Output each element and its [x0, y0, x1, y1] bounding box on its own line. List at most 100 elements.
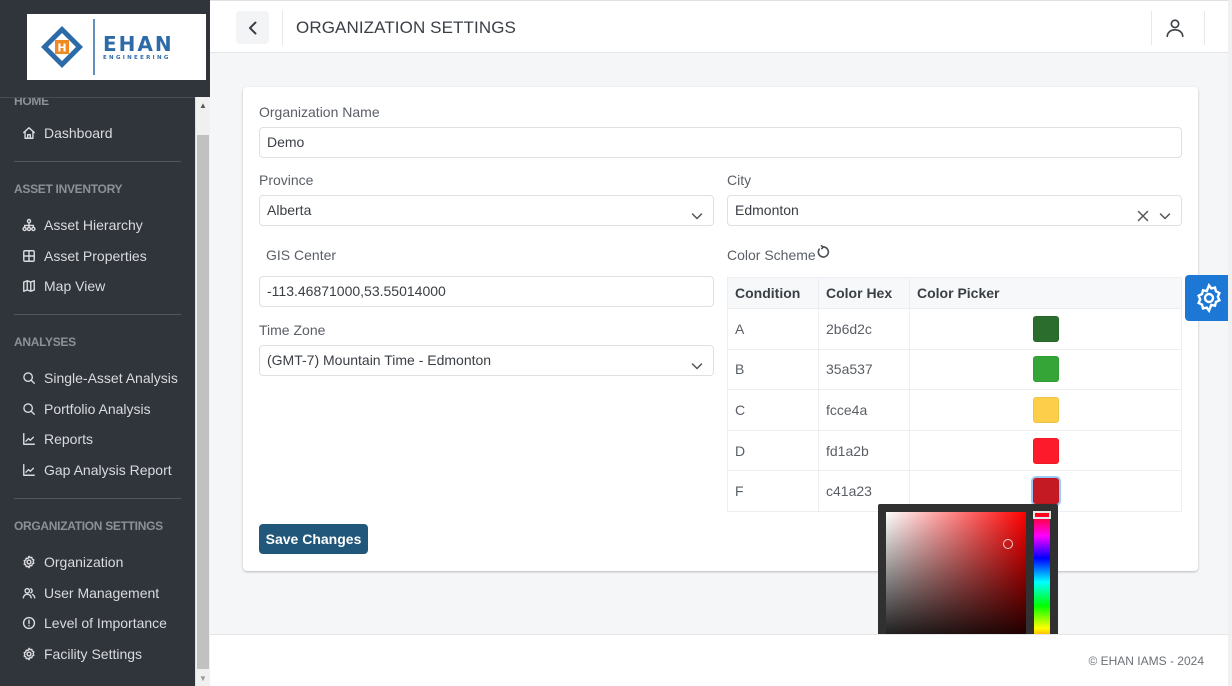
sidebar-item-label: Asset Properties — [44, 247, 147, 264]
city-label: City — [727, 172, 752, 188]
sidebar-item-label: Portfolio Analysis — [44, 400, 151, 417]
condition-cell: C — [727, 389, 819, 431]
reset-icon[interactable] — [816, 245, 830, 259]
sidebar-item-portfolio-analysis[interactable]: Portfolio Analysis — [0, 393, 195, 424]
condition-cell: F — [727, 470, 819, 512]
sidebar-item-label: Dashboard — [44, 125, 113, 142]
color-swatch[interactable] — [1032, 437, 1059, 464]
nav-section-home: HOME — [14, 97, 49, 108]
color-picker-cell — [909, 308, 1182, 350]
map-icon — [21, 278, 37, 294]
color-swatch[interactable] — [1032, 478, 1059, 505]
sidebar-item-label: Organization — [44, 553, 124, 570]
grid-icon — [21, 248, 37, 264]
gear-icon — [1196, 282, 1221, 314]
logo-word: EHAN — [103, 31, 174, 56]
color-swatch[interactable] — [1032, 396, 1059, 423]
color-hex-cell: fd1a2b — [818, 429, 910, 472]
sidebar-item-reports[interactable]: Reports — [0, 424, 195, 455]
gis-center-input[interactable]: -113.46871000,53.55014000 — [259, 276, 714, 307]
condition-cell: A — [727, 308, 819, 350]
sidebar-item-asset-hierarchy[interactable]: Asset Hierarchy — [0, 210, 195, 241]
province-select[interactable]: Alberta — [259, 195, 714, 226]
sidebar-item-facility-settings[interactable]: Facility Settings — [0, 639, 195, 670]
sidebar-item-organization[interactable]: Organization — [0, 547, 195, 578]
sidebar-item-asset-properties[interactable]: Asset Properties — [0, 240, 195, 271]
svg-text:H: H — [57, 42, 66, 55]
top-header: ORGANIZATION SETTINGS — [210, 0, 1232, 53]
table-row: Cfcce4a — [727, 389, 1182, 431]
chart-icon — [21, 431, 37, 447]
column-header-color-hex: Color Hex — [818, 277, 910, 309]
sidebar-item-user-management[interactable]: User Management — [0, 577, 195, 608]
organization-settings-card: Organization Name Demo Province Alberta … — [243, 87, 1198, 571]
city-value: Edmonton — [735, 202, 799, 218]
sidebar-item-label: Level of Importance — [44, 615, 167, 632]
saturation-value-area[interactable] — [886, 512, 1026, 652]
color-picker-cell — [909, 429, 1182, 472]
color-swatch[interactable] — [1032, 356, 1059, 383]
sidebar-item-label: User Management — [44, 584, 160, 601]
saturation-value-handle[interactable] — [1002, 539, 1013, 550]
header-divider — [1151, 11, 1152, 45]
sidebar-item-level-of-importance[interactable]: Level of Importance — [0, 608, 195, 639]
clear-icon[interactable] — [1136, 204, 1150, 222]
condition-cell: D — [727, 429, 819, 472]
time-zone-label: Time Zone — [259, 322, 326, 338]
scroll-up-arrow-icon[interactable]: ▲ — [196, 97, 210, 113]
hue-slider[interactable] — [1033, 511, 1051, 652]
copyright-text: © EHAN IAMS - 2024 — [1088, 654, 1204, 668]
sidebar-nav: HOME Dashboard ASSET INVENTORY Asset Hie… — [0, 97, 195, 686]
sidebar-item-label: Map View — [44, 278, 106, 295]
user-menu-button[interactable] — [1162, 15, 1188, 41]
save-changes-button[interactable]: Save Changes — [259, 524, 368, 554]
color-swatch[interactable] — [1032, 315, 1059, 342]
condition-cell: B — [727, 348, 819, 391]
sidebar-item-label: Single-Asset Analysis — [44, 370, 178, 387]
back-button[interactable] — [236, 11, 269, 44]
hue-slider-handle[interactable] — [1033, 511, 1051, 519]
logo-subtitle: ENGINEERING — [103, 54, 171, 61]
org-name-label: Organization Name — [259, 104, 380, 120]
floating-settings-button[interactable] — [1185, 275, 1232, 321]
nav-section-analyses: ANALYSES — [14, 334, 76, 349]
sidebar-item-map-view[interactable]: Map View — [0, 271, 195, 302]
home-icon — [21, 125, 37, 141]
hierarchy-icon — [21, 217, 37, 233]
sidebar-item-label: Facility Settings — [44, 645, 143, 662]
color-scheme-label: Color Scheme — [727, 247, 816, 263]
sidebar-item-label: Gap Analysis Report — [44, 462, 172, 479]
color-picker-cell — [909, 389, 1182, 431]
gis-center-label: GIS Center — [266, 247, 337, 263]
color-picker-cell — [909, 348, 1182, 391]
city-select[interactable]: Edmonton — [727, 195, 1182, 226]
sidebar-item-dashboard[interactable]: Dashboard — [0, 118, 195, 149]
chevron-left-icon — [248, 21, 256, 34]
time-zone-value: (GMT-7) Mountain Time - Edmonton — [267, 352, 492, 368]
scrollbar-thumb[interactable] — [197, 135, 209, 669]
nav-section-organization-settings: ORGANIZATION SETTINGS — [14, 518, 163, 533]
sidebar-item-gap-analysis-report[interactable]: Gap Analysis Report — [0, 455, 195, 486]
chart-icon — [21, 462, 37, 478]
chevron-down-icon[interactable] — [690, 354, 704, 370]
sidebar-scrollbar[interactable]: ▲ ▼ — [195, 97, 210, 686]
window-edge — [1228, 0, 1232, 686]
company-logo[interactable]: H EHAN ENGINEERING — [27, 14, 206, 80]
search-icon — [21, 370, 37, 386]
user-icon — [1166, 19, 1184, 38]
color-hex-cell: fcce4a — [818, 389, 910, 431]
footer: © EHAN IAMS - 2024 — [210, 634, 1232, 686]
search-icon — [21, 401, 37, 417]
sidebar: H EHAN ENGINEERING HOME Dashboard ASSET … — [0, 0, 210, 686]
header-divider — [282, 11, 283, 45]
scroll-down-arrow-icon[interactable]: ▼ — [196, 670, 210, 686]
org-name-input[interactable]: Demo — [259, 127, 1182, 158]
color-scheme-table: Condition Color Hex Color Picker A 2b6d2c… — [727, 277, 1182, 512]
nav-section-asset-inventory: ASSET INVENTORY — [14, 181, 123, 196]
time-zone-select[interactable]: (GMT-7) Mountain Time - Edmonton — [259, 345, 714, 376]
users-icon — [21, 585, 37, 601]
sidebar-item-single-asset-analysis[interactable]: Single-Asset Analysis — [0, 363, 195, 394]
chevron-down-icon[interactable] — [1158, 204, 1172, 220]
chevron-down-icon[interactable] — [690, 204, 704, 220]
gear-icon — [21, 646, 37, 662]
